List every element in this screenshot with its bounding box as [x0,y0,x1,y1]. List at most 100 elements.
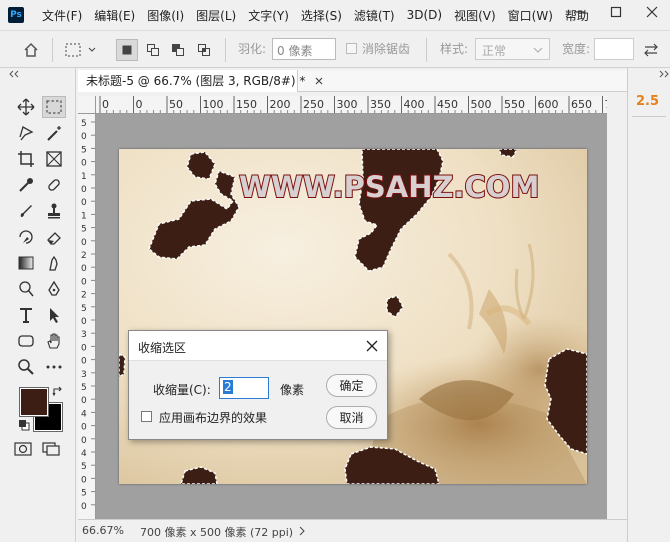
rectangular-marquee-tool[interactable] [42,96,66,118]
eraser-tool[interactable] [42,226,66,248]
tool-preset-picker[interactable] [62,39,100,61]
restore-button[interactable] [598,0,634,24]
ruler-label: 0 [81,357,87,367]
default-colors-icon[interactable] [18,419,30,431]
eyedropper-icon [19,178,33,192]
new-selection-button[interactable] [116,39,138,61]
lasso-tool[interactable] [14,122,38,144]
style-select[interactable]: 正常 [475,38,550,60]
vertical-ruler-ticks: 5 0 5 0 1 0 0 1 5 0 2 0 0 2 5 0 3 0 0 3 5 0 4 0 0 4 5 0 5 0 [81,119,95,512]
zoom-tool[interactable] [14,356,38,378]
ruler-label: 300 [337,98,358,111]
close-icon[interactable] [366,340,378,352]
crop-tool[interactable] [14,148,38,170]
right-panel: 2.5 [627,68,670,542]
minimize-icon [575,11,585,13]
pen-tool[interactable] [42,278,66,300]
eyedropper-tool[interactable] [14,174,38,196]
menu-view[interactable]: 视图(V) [454,7,496,24]
healing-brush-tool[interactable] [42,174,66,196]
history-brush-tool[interactable] [14,226,38,248]
panel-value: 2.5 [636,94,660,109]
vertical-scrollbar[interactable] [607,96,627,519]
ruler-label: 1 [81,172,87,182]
contract-amount-label: 收缩量(C): [153,383,211,397]
collapse-panel-icon[interactable] [8,70,20,78]
contract-amount-input[interactable]: 2 [219,377,269,399]
watermark-text: WWW.PSAHZ.COM [239,170,539,204]
rectangle-tool[interactable] [14,330,38,352]
ruler-label: 0 [81,198,87,208]
cancel-button[interactable]: 取消 [326,406,377,429]
dodge-tool[interactable] [14,278,38,300]
swap-width-height-button[interactable] [640,39,662,61]
menu-file[interactable]: 文件(F) [42,7,82,24]
menu-filter[interactable]: 滤镜(T) [354,7,395,24]
vertical-ruler[interactable]: 5 0 5 0 1 0 0 1 5 0 2 0 0 2 5 0 3 0 0 3 5 0 4 0 0 4 5 0 5 0 [78,114,96,519]
chevron-right-icon[interactable] [298,526,306,536]
more-tools-button[interactable] [42,356,66,378]
antialias-checkbox[interactable] [346,43,357,54]
ruler-label: 0 [81,132,87,142]
gradient-icon [18,256,34,270]
restore-icon [610,6,622,18]
menu-window[interactable]: 窗口(W) [508,7,553,24]
zoom-icon [18,359,34,375]
clone-stamp-tool[interactable] [42,200,66,222]
zoom-level[interactable]: 66.67% [82,524,124,537]
ruler-label: 550 [504,98,525,111]
add-selection-button[interactable] [142,39,164,61]
ruler-label: 3 [81,330,87,340]
ruler-label: 0 [81,436,87,446]
type-tool[interactable] [14,304,38,326]
menu-layer[interactable]: 图层(L) [196,7,236,24]
expand-panel-icon[interactable] [658,70,670,78]
apply-canvas-bounds-checkbox[interactable] [141,411,152,422]
close-window-button[interactable] [634,0,670,24]
frame-tool[interactable] [42,148,66,170]
menu-image[interactable]: 图像(I) [147,7,184,24]
close-icon[interactable] [315,77,323,85]
ruler-corner [78,96,96,114]
gradient-tool[interactable] [14,252,38,274]
path-selection-tool[interactable] [42,304,66,326]
dialog-title: 收缩选区 [138,341,187,355]
options-bar: 羽化: 0 像素 消除锯齿 样式: 正常 宽度: [0,30,670,68]
ok-button[interactable]: 确定 [326,374,377,397]
home-button[interactable] [20,39,42,61]
ruler-label: 4 [81,409,87,419]
screen-mode-icon[interactable] [42,442,60,456]
width-input[interactable] [594,38,634,60]
menu-bar: Ps 文件(F) 编辑(E) 图像(I) 图层(L) 文字(Y) 选择(S) 滤… [0,0,670,30]
document-tab[interactable]: 未标题-5 @ 66.7% (图层 3, RGB/8#) * [78,70,323,92]
foreground-color-swatch[interactable] [19,387,49,417]
quick-mask-icon[interactable] [14,442,32,456]
horizontal-ruler[interactable]: 0 0 50 100 150 200 250 300 350 400 450 500 550 600 650… [96,96,607,114]
subtract-selection-button[interactable] [167,39,189,61]
menu-3d[interactable]: 3D(D) [407,8,442,22]
home-icon [24,42,38,57]
ruler-label: 0 [136,98,143,111]
ruler-label: 5 [81,462,87,472]
brush-tool[interactable] [14,200,38,222]
bandage-icon [48,179,60,191]
feather-input[interactable]: 0 像素 [272,38,336,60]
ruler-label: 0 [81,475,87,485]
menu-select[interactable]: 选择(S) [301,7,342,24]
smudge-tool[interactable] [42,252,66,274]
swap-colors-icon[interactable] [52,386,64,398]
hand-tool[interactable] [42,330,66,352]
move-icon [17,98,35,116]
menu-type[interactable]: 文字(Y) [248,7,289,24]
intersect-selection-button[interactable] [193,39,215,61]
dialog-title-bar: 收缩选区 [129,331,387,361]
magic-wand-tool[interactable] [42,122,66,144]
ruler-label: 0 [81,502,87,512]
contract-unit-label: 像素 [280,383,305,397]
menu-edit[interactable]: 编辑(E) [94,7,135,24]
ruler-label: 250 [303,98,324,111]
ruler-label: 0 [102,98,109,111]
ruler-label: 500 [471,98,492,111]
move-tool[interactable] [14,96,38,118]
minimize-button[interactable] [562,0,598,24]
